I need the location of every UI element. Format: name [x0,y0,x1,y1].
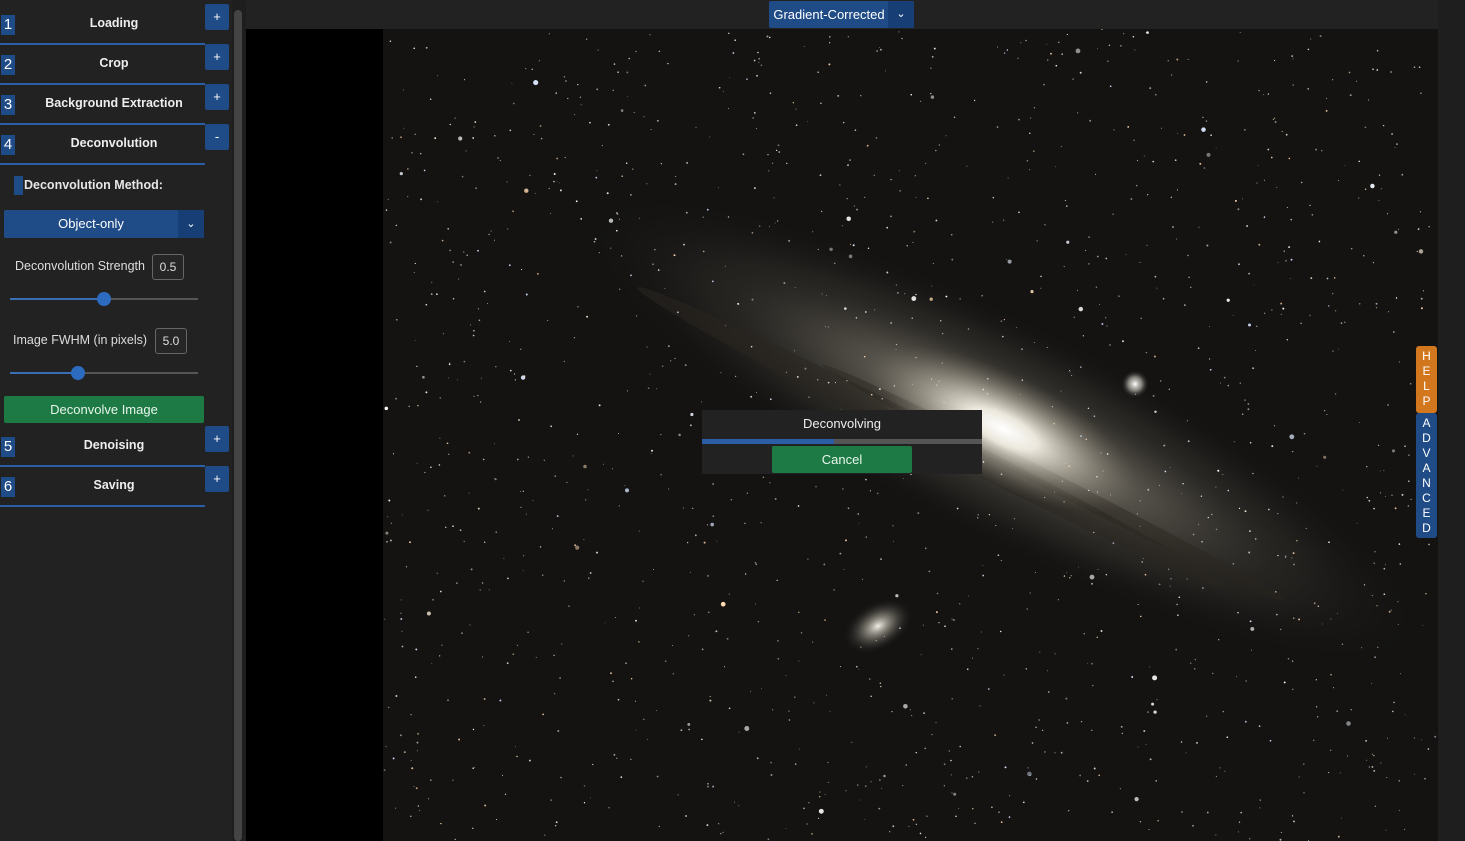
step-denoising[interactable]: 5 Denoising + [0,426,232,467]
deconvolve-image-button[interactable]: Deconvolve Image [4,396,204,423]
step-number: 4 [1,135,15,155]
step-loading[interactable]: 1 Loading + [0,4,232,45]
progress-bar-fill [702,439,834,444]
fwhm-label: Image FWHM (in pixels) [13,333,148,347]
deconvolution-strength-label: Deconvolution Strength [15,259,145,273]
chevron-down-icon[interactable]: ⌄ [888,1,914,28]
tab-letter: E [1422,364,1431,378]
collapse-button[interactable]: - [205,124,229,150]
tab-letter: P [1422,394,1431,408]
cancel-button[interactable]: Cancel [772,446,912,473]
tab-letter: N [1422,476,1431,490]
step-crop[interactable]: 2 Crop + [0,44,232,85]
image-view-select[interactable]: Gradient-Corrected ⌄ [769,1,914,28]
chevron-down-icon[interactable]: ⌄ [178,210,204,238]
tab-letter: A [1422,461,1431,475]
progress-dialog: Deconvolving Cancel [702,410,982,474]
tab-letter: C [1422,491,1431,505]
progress-bar [702,439,982,444]
step-title: Denoising [83,438,145,452]
advanced-tab-label: ADVANCED [1416,416,1437,536]
step-number: 5 [1,437,15,457]
deconvolution-method-label: Deconvolution Method: [24,178,163,192]
tab-letter: A [1422,416,1431,430]
expand-button[interactable]: + [205,426,229,452]
method-select-value: Object-only [58,216,124,231]
step-title: Background Extraction [45,96,183,110]
help-tab[interactable]: HELP [1416,346,1437,413]
fwhm-slider[interactable] [10,366,198,380]
step-divider [0,163,205,165]
slider-fill [10,298,104,300]
expand-button[interactable]: + [205,84,229,110]
tab-letter: H [1422,349,1431,363]
step-title: Loading [89,16,139,30]
fwhm-value[interactable]: 5.0 [155,328,187,354]
expand-button[interactable]: + [205,466,229,492]
step-number: 2 [1,55,15,75]
step-deconvolution[interactable]: 4 Deconvolution - [0,124,232,165]
step-title: Deconvolution [70,136,158,150]
deconvolution-strength-slider[interactable] [10,292,198,306]
expand-button[interactable]: + [205,4,229,30]
slider-handle[interactable] [70,366,85,380]
advanced-tab[interactable]: ADVANCED [1416,413,1437,538]
help-tab-label: HELP [1416,349,1437,409]
tab-letter: L [1423,379,1430,393]
sidebar-scrollbar[interactable] [234,10,242,841]
tab-letter: D [1422,431,1431,445]
step-saving[interactable]: 6 Saving + [0,466,232,507]
deconvolution-method-select[interactable]: Object-only ⌄ [4,210,204,238]
right-panel [1438,0,1465,841]
step-title: Saving [93,478,135,492]
step-number: 1 [1,15,15,35]
slider-handle[interactable] [97,292,111,306]
slider-fill [10,372,78,374]
app-window: 1 Loading + 2 Crop + 3 Background Extrac… [0,0,1465,841]
tab-letter: V [1422,446,1431,460]
deconvolution-strength-value[interactable]: 0.5 [152,254,184,280]
step-number: 3 [1,95,15,115]
step-title: Crop [99,56,129,70]
section-marker [14,176,23,195]
sidebar: 1 Loading + 2 Crop + 3 Background Extrac… [0,0,232,841]
progress-title: Deconvolving [802,416,882,431]
step-background-extraction[interactable]: 3 Background Extraction + [0,84,232,125]
step-divider [0,505,205,507]
tab-letter: D [1422,521,1431,535]
view-select-value: Gradient-Corrected [773,7,885,22]
expand-button[interactable]: + [205,44,229,70]
step-number: 6 [1,477,15,497]
tab-letter: E [1422,506,1431,520]
